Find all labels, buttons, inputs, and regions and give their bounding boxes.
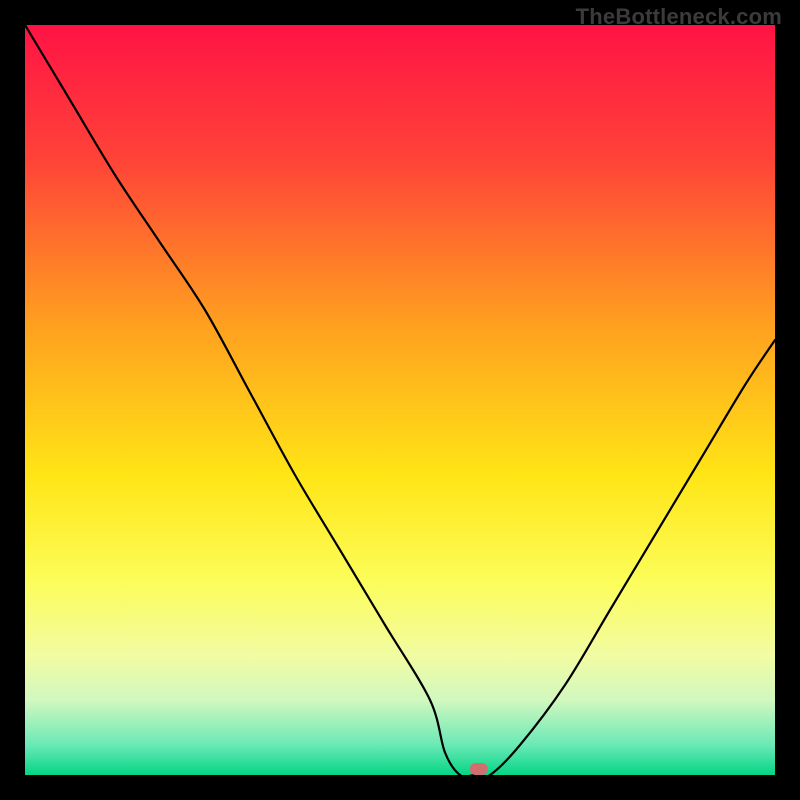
plot-area-wrapper bbox=[25, 25, 775, 775]
gradient-background bbox=[25, 25, 775, 775]
watermark-text: TheBottleneck.com bbox=[576, 4, 782, 30]
chart-frame: TheBottleneck.com bbox=[0, 0, 800, 800]
bottleneck-chart bbox=[25, 25, 775, 775]
minimum-marker bbox=[470, 763, 488, 775]
